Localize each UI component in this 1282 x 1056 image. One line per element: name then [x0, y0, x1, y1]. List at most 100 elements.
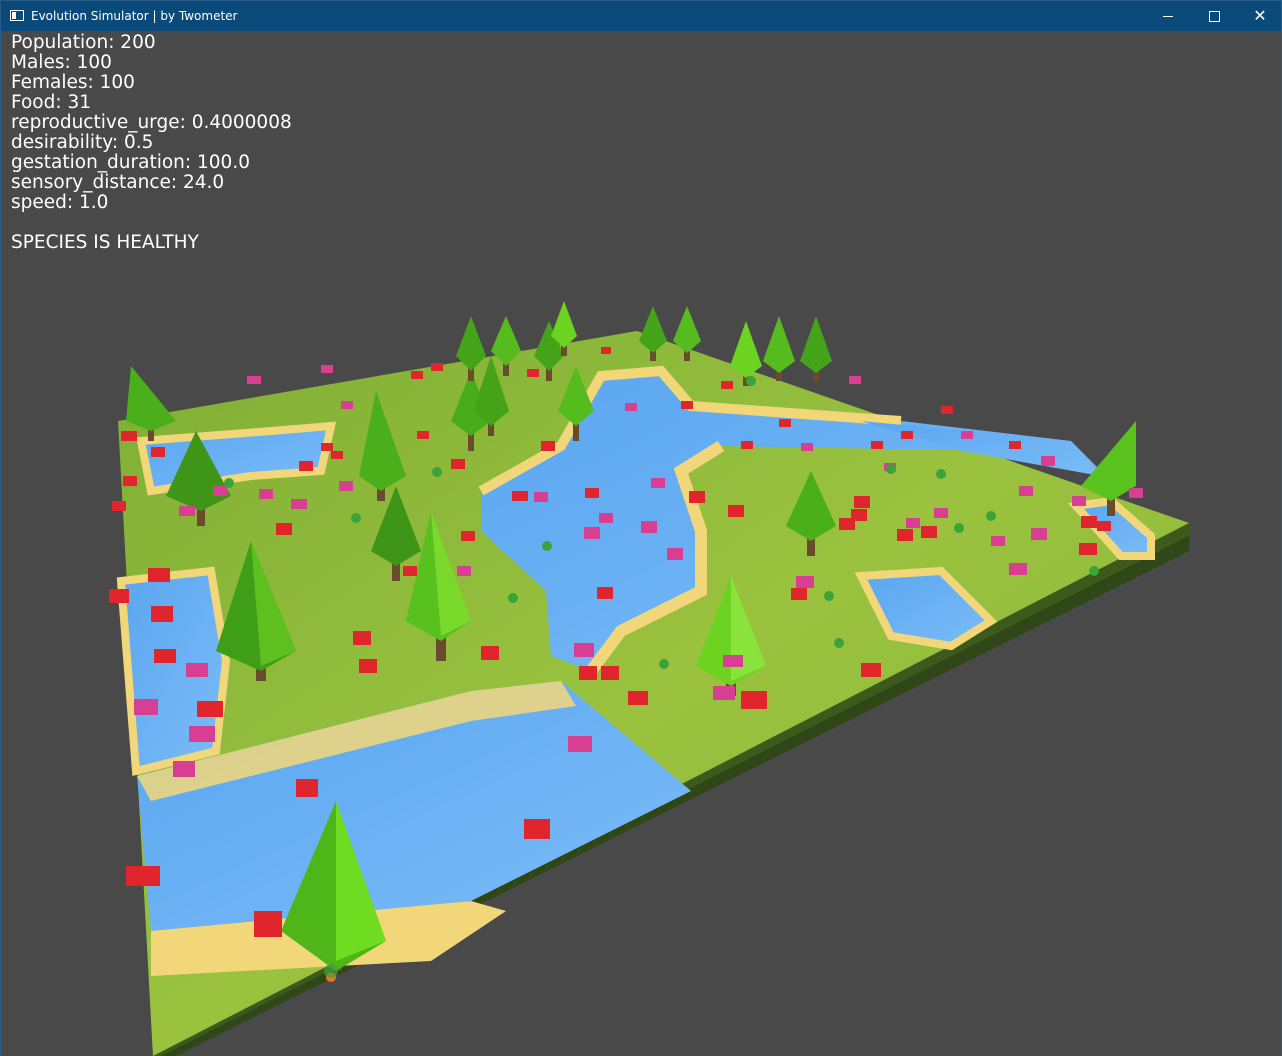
creature	[126, 866, 160, 886]
creature	[713, 686, 735, 700]
creature	[403, 566, 417, 576]
stat-spacer	[11, 213, 292, 233]
creature	[359, 659, 377, 673]
food	[886, 464, 896, 474]
creature	[512, 491, 528, 501]
creature	[1041, 456, 1055, 466]
creature	[681, 401, 693, 409]
creature	[186, 663, 208, 677]
creature	[1019, 486, 1033, 496]
food	[986, 511, 996, 521]
creature	[321, 443, 333, 451]
creature	[1097, 521, 1111, 531]
maximize-button[interactable]	[1191, 1, 1237, 31]
creature	[276, 523, 292, 535]
close-button[interactable]: ✕	[1237, 1, 1282, 31]
creature	[179, 506, 195, 516]
creature	[321, 365, 333, 373]
food	[746, 376, 756, 386]
creature	[341, 401, 353, 409]
creature	[109, 589, 129, 603]
creature	[189, 726, 215, 742]
creature	[574, 643, 594, 657]
creature	[991, 536, 1005, 546]
creature	[1129, 488, 1143, 498]
food	[1089, 566, 1099, 576]
creature	[906, 518, 920, 528]
creature	[849, 376, 861, 384]
creature	[534, 492, 548, 502]
creature	[151, 447, 165, 457]
creature	[431, 363, 443, 371]
creature	[871, 441, 883, 449]
creature	[1081, 516, 1097, 528]
creature	[1031, 528, 1047, 540]
title-bar[interactable]: Evolution Simulator | by Twometer ✕	[1, 1, 1281, 31]
creature	[527, 369, 539, 377]
tree	[763, 316, 795, 381]
creature	[524, 819, 550, 839]
creature	[353, 631, 371, 645]
creature	[254, 911, 282, 937]
creature	[941, 406, 953, 414]
app-window: Evolution Simulator | by Twometer ✕ Popu…	[0, 0, 1282, 1056]
creature	[481, 646, 499, 660]
stat-reproductive-urge: reproductive_urge: 0.4000008	[11, 112, 292, 133]
creature	[901, 431, 913, 439]
creature	[299, 461, 313, 471]
food	[224, 478, 234, 488]
creature	[121, 431, 137, 441]
creature	[541, 441, 555, 451]
app-window-icon	[10, 10, 24, 21]
creature	[721, 381, 733, 389]
stat-males: Males: 100	[11, 52, 112, 73]
creature	[851, 509, 867, 521]
stat-desirability: desirability: 0.5	[11, 132, 154, 153]
creature	[134, 699, 158, 715]
creature	[861, 663, 881, 677]
creature	[451, 459, 465, 469]
creature	[197, 701, 223, 717]
creature	[796, 576, 814, 588]
minimize-button[interactable]	[1145, 1, 1191, 31]
creature	[579, 666, 597, 680]
creature	[667, 548, 683, 560]
stat-speed: speed: 1.0	[11, 192, 109, 213]
creature	[247, 376, 261, 384]
creature	[1009, 441, 1021, 449]
food	[324, 964, 338, 978]
creature	[791, 588, 807, 600]
food	[542, 541, 552, 551]
creature	[151, 606, 173, 622]
stat-food: Food: 31	[11, 92, 92, 113]
maximize-icon	[1208, 10, 1220, 22]
stat-gestation-duration: gestation_duration: 100.0	[11, 152, 250, 173]
close-icon: ✕	[1253, 6, 1267, 25]
creature	[723, 655, 743, 667]
stat-sensory-distance: sensory_distance: 24.0	[11, 172, 225, 193]
creature	[296, 779, 318, 797]
minimize-icon	[1163, 15, 1173, 17]
creature	[741, 441, 753, 449]
creature	[339, 481, 353, 491]
creature	[584, 527, 600, 539]
creature	[854, 496, 870, 508]
creature	[651, 478, 665, 488]
creature	[457, 566, 471, 576]
creature	[213, 486, 227, 496]
creature	[154, 649, 176, 663]
food	[351, 513, 361, 523]
creature	[601, 666, 619, 680]
food	[508, 593, 518, 603]
creature	[628, 691, 648, 705]
creature	[934, 508, 948, 518]
creature	[112, 501, 126, 511]
creature	[597, 587, 613, 599]
creature	[259, 489, 273, 499]
simulation-viewport[interactable]: Population: 200 Males: 100 Females: 100 …	[1, 31, 1281, 1056]
creature	[1079, 543, 1097, 555]
food	[954, 523, 964, 533]
tree	[800, 316, 832, 381]
creature	[921, 526, 937, 538]
creature	[689, 491, 705, 503]
